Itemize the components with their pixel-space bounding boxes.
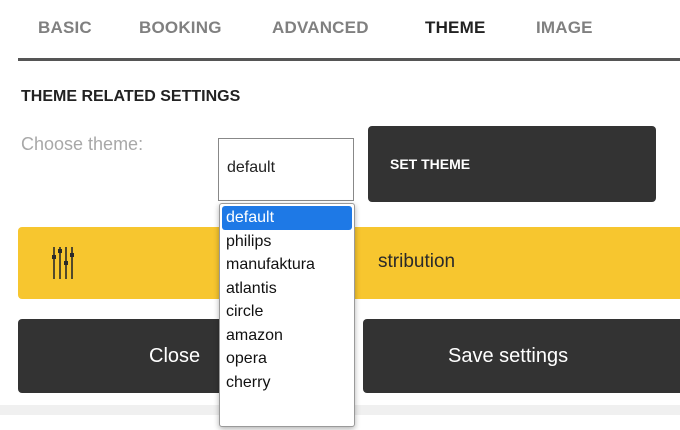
theme-option-philips[interactable]: philips bbox=[220, 230, 354, 254]
equalizer-icon bbox=[52, 247, 74, 279]
tab-image[interactable]: IMAGE bbox=[536, 18, 593, 38]
tab-booking[interactable]: BOOKING bbox=[139, 18, 222, 38]
choose-theme-label: Choose theme: bbox=[21, 134, 144, 154]
set-theme-button[interactable]: SET THEME bbox=[368, 126, 656, 202]
theme-option-circle[interactable]: circle bbox=[220, 300, 354, 324]
save-settings-label: Save settings bbox=[448, 344, 569, 367]
tab-basic[interactable]: BASIC bbox=[38, 18, 92, 38]
theme-option-default[interactable]: default bbox=[222, 206, 352, 230]
close-label: Close bbox=[149, 344, 201, 367]
tab-theme[interactable]: THEME bbox=[425, 18, 486, 38]
tab-bar: BASIC BOOKING ADVANCED THEME IMAGE bbox=[18, 0, 680, 61]
theme-select-value: default bbox=[227, 159, 276, 176]
distribution-label: stribution bbox=[378, 251, 456, 272]
theme-dropdown-list: default philips manufaktura atlantis cir… bbox=[219, 203, 355, 427]
theme-option-opera[interactable]: opera bbox=[220, 347, 354, 371]
set-theme-label: SET THEME bbox=[390, 156, 471, 172]
section-title: THEME RELATED SETTINGS bbox=[21, 88, 241, 105]
theme-option-manufaktura[interactable]: manufaktura bbox=[220, 253, 354, 277]
theme-select[interactable]: default bbox=[218, 138, 354, 201]
save-settings-button[interactable]: Save settings bbox=[363, 319, 680, 393]
theme-option-amazon[interactable]: amazon bbox=[220, 324, 354, 348]
theme-option-cherry[interactable]: cherry bbox=[220, 371, 354, 395]
theme-option-atlantis[interactable]: atlantis bbox=[220, 277, 354, 301]
tab-advanced[interactable]: ADVANCED bbox=[272, 18, 369, 38]
